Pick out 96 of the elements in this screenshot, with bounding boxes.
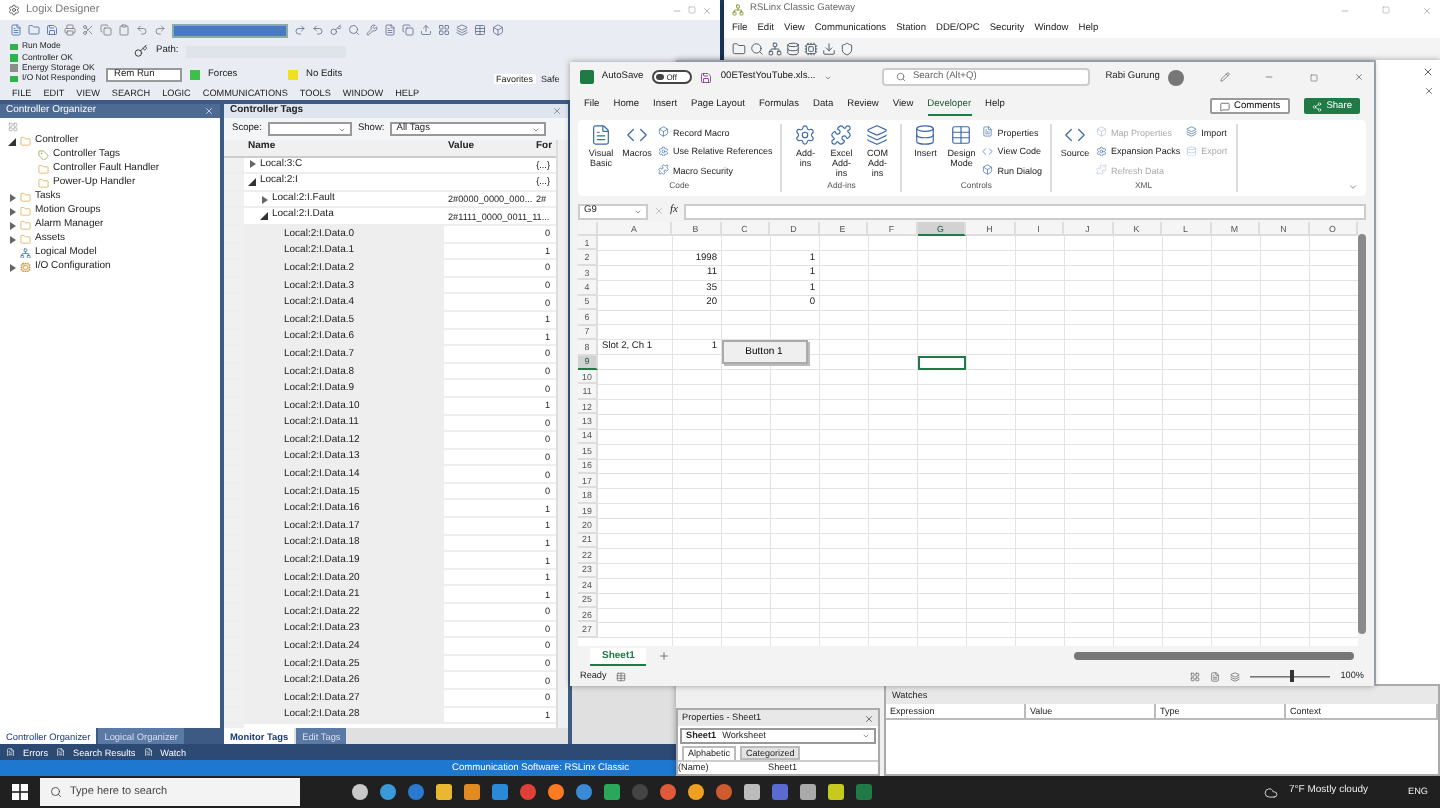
key-icon (134, 44, 148, 58)
key-icon[interactable] (330, 24, 342, 36)
page-icon (56, 747, 66, 757)
search-icon[interactable] (348, 24, 360, 36)
undo-icon[interactable] (312, 24, 324, 36)
tag-icon (38, 149, 49, 161)
page-icon (6, 747, 15, 757)
network-icon (20, 247, 31, 259)
layers-icon (1186, 126, 1198, 138)
minimize-icon[interactable] (1264, 72, 1275, 82)
search-icon (896, 72, 907, 82)
download-icon[interactable] (822, 42, 836, 56)
redo-icon[interactable] (154, 24, 166, 36)
wrench-icon[interactable] (366, 24, 378, 36)
table-icon[interactable] (474, 24, 486, 36)
database-icon (914, 124, 937, 146)
layers-icon (866, 124, 889, 146)
pen-icon[interactable] (1219, 72, 1230, 82)
page-icon[interactable] (10, 24, 22, 36)
forces-icon (190, 70, 200, 80)
collapse-arrow-icon[interactable] (260, 212, 268, 221)
folder-icon[interactable] (732, 42, 746, 56)
weather-icon (1263, 785, 1278, 799)
collapse-arrow-icon[interactable] (248, 177, 256, 186)
puzzle-icon (658, 164, 669, 176)
scrollbar[interactable] (1358, 222, 1366, 646)
scrollbar[interactable] (1074, 652, 1354, 660)
network-icon[interactable] (768, 42, 782, 56)
page-layout-icon[interactable] (1210, 671, 1221, 681)
print-icon[interactable] (64, 24, 76, 36)
expand-arrow-icon[interactable] (8, 193, 16, 201)
box-icon (982, 164, 994, 176)
chip-icon[interactable] (804, 42, 818, 56)
table-icon (950, 124, 973, 146)
grid-icon[interactable] (438, 24, 450, 36)
search-icon (50, 786, 62, 798)
folder-icon (20, 135, 31, 147)
paste-icon[interactable] (118, 24, 130, 36)
expand-arrow-icon[interactable] (8, 221, 16, 229)
scrollbar[interactable] (556, 140, 568, 728)
chip-icon (20, 261, 31, 273)
code-icon (982, 145, 994, 157)
selected-cell[interactable] (917, 355, 966, 371)
app-logo-icon (580, 70, 594, 84)
grid-icon (8, 121, 18, 131)
combo-field[interactable] (172, 23, 288, 37)
layers-icon[interactable] (456, 24, 468, 36)
gear-icon (1096, 145, 1108, 157)
formula-field[interactable] (683, 203, 1366, 219)
network-icon (732, 4, 744, 16)
page-break-icon[interactable] (1230, 671, 1241, 681)
gear-icon (8, 4, 20, 16)
shield-icon[interactable] (840, 42, 854, 56)
box-icon (658, 126, 669, 138)
code-icon (626, 124, 648, 146)
maximize-icon[interactable] (1310, 73, 1319, 81)
upload-icon[interactable] (420, 24, 432, 36)
gear-icon (794, 124, 817, 146)
redo-icon[interactable] (294, 24, 306, 36)
database-icon[interactable] (786, 42, 800, 56)
expand-arrow-icon[interactable] (8, 263, 16, 271)
expand-arrow-icon[interactable] (260, 195, 268, 204)
expand-arrow-icon[interactable] (8, 207, 16, 215)
page-icon (590, 124, 612, 146)
search-icon[interactable] (750, 42, 764, 56)
edits-icon (288, 70, 298, 80)
share-icon (1312, 101, 1323, 111)
expand-arrow-icon[interactable] (8, 235, 16, 243)
collapse-ribbon-icon[interactable] (1348, 182, 1358, 192)
box-icon (1096, 126, 1108, 138)
folder-icon[interactable] (28, 24, 40, 36)
page-icon (982, 126, 994, 138)
code-icon (1064, 124, 1087, 146)
comment-icon (1219, 101, 1230, 111)
page-icon[interactable] (384, 24, 396, 36)
puzzle-icon (830, 124, 853, 146)
box-icon[interactable] (492, 24, 504, 36)
database-icon (1186, 145, 1198, 157)
cut-icon[interactable] (82, 24, 94, 36)
copy-icon[interactable] (100, 24, 112, 36)
undo-icon[interactable] (136, 24, 148, 36)
gear-icon (658, 145, 669, 157)
puzzle-icon (1096, 164, 1108, 176)
close-icon[interactable] (1422, 66, 1434, 78)
page-icon (143, 747, 153, 757)
save-icon (700, 71, 713, 83)
expand-arrow-icon[interactable] (248, 160, 256, 169)
copy-icon[interactable] (402, 24, 414, 36)
normal-view-icon[interactable] (1190, 671, 1201, 681)
table-icon (616, 671, 627, 681)
add-sheet-icon[interactable] (658, 650, 671, 662)
collapse-arrow-icon[interactable] (8, 137, 16, 145)
start-icon[interactable] (12, 784, 28, 800)
avatar[interactable] (1167, 69, 1184, 85)
save-icon[interactable] (46, 24, 58, 36)
scope-dropdown[interactable] (267, 122, 352, 136)
